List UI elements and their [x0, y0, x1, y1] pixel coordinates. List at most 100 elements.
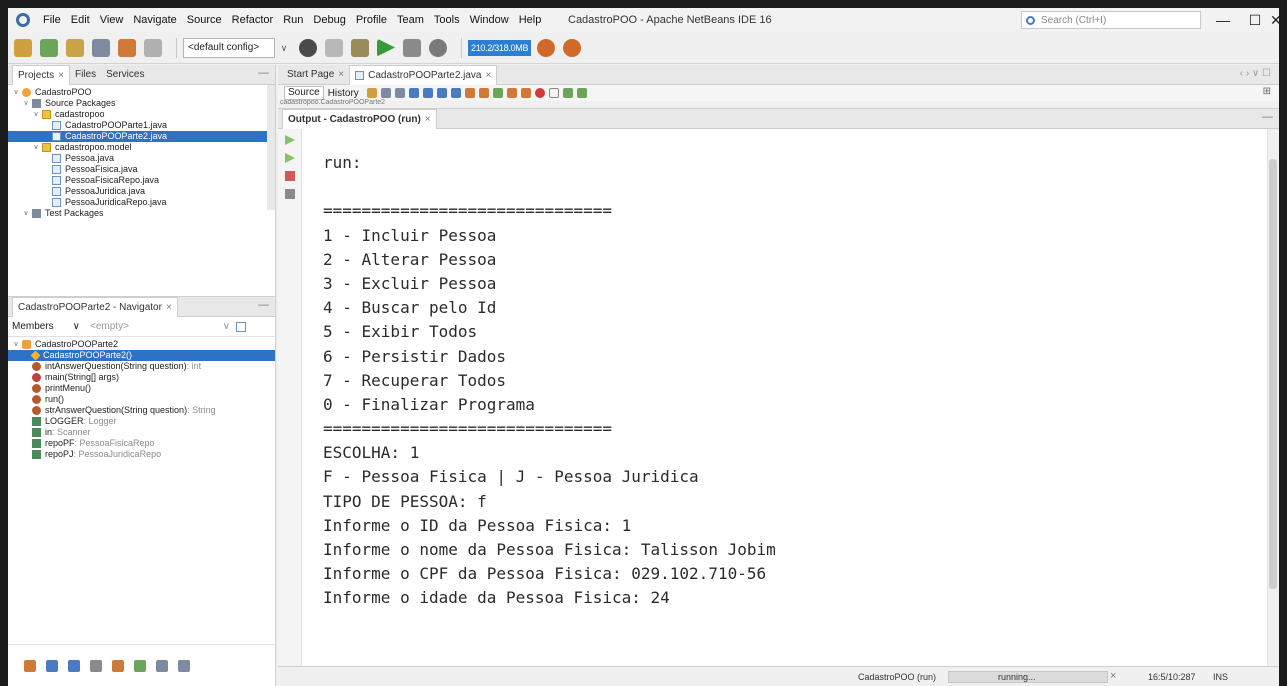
- menu-debug[interactable]: Debug: [308, 14, 350, 26]
- tab-navigator[interactable]: CadastroPOOParte2 - Navigator ×: [12, 296, 178, 317]
- tab-cadastropooparte2[interactable]: CadastroPOOParte2.java ×: [349, 64, 498, 85]
- minimize-panel-icon[interactable]: —: [1262, 111, 1273, 123]
- static-filter-icon[interactable]: [112, 659, 124, 672]
- new-project-icon[interactable]: [40, 38, 58, 57]
- members-select[interactable]: Members ∨: [12, 321, 84, 332]
- toggle-highlight-icon[interactable]: [450, 88, 461, 98]
- clean-build-icon[interactable]: [351, 38, 369, 57]
- close-icon[interactable]: ×: [338, 69, 344, 80]
- minimize-panel-icon[interactable]: —: [258, 67, 269, 79]
- memory-meter[interactable]: 210.2/318.0MB: [468, 39, 532, 56]
- sort-name-icon[interactable]: [156, 659, 168, 672]
- nonpublic-filter-icon[interactable]: [90, 659, 102, 672]
- menu-refactor[interactable]: Refactor: [227, 14, 279, 26]
- console-output[interactable]: run: ============================== 1 - In…: [323, 151, 1263, 686]
- navigator-item[interactable]: in : Scanner: [8, 427, 275, 438]
- navigator-item[interactable]: LOGGER : Logger: [8, 416, 275, 427]
- expand-toggle-icon[interactable]: ∨: [12, 87, 20, 98]
- maximize-button[interactable]: ☐: [1240, 10, 1270, 30]
- comment-icon[interactable]: [562, 88, 573, 98]
- navigator-item[interactable]: ∨ CadastroPOOParte2: [8, 339, 275, 350]
- search-input[interactable]: Search (Ctrl+I): [1021, 11, 1201, 29]
- sort-source-icon[interactable]: [178, 659, 190, 672]
- debug-icon[interactable]: [403, 38, 421, 57]
- forward-icon[interactable]: [394, 88, 405, 98]
- shift-right-icon[interactable]: [520, 88, 531, 98]
- inherited-filter-icon[interactable]: [68, 659, 80, 672]
- tree-item[interactable]: PessoaJuridicaRepo.java: [8, 197, 275, 208]
- redo-icon[interactable]: [144, 38, 162, 57]
- breadcrumb[interactable]: cadastropoo.CadastroPOOParte2: [280, 99, 385, 107]
- history-button[interactable]: History: [328, 88, 359, 99]
- filter-options-icon[interactable]: [236, 321, 246, 332]
- uncomment-icon[interactable]: [576, 88, 587, 98]
- sort-icon[interactable]: [24, 659, 36, 672]
- tab-start-page[interactable]: Start Page ×: [282, 69, 349, 80]
- tree-item[interactable]: Pessoa.java: [8, 153, 275, 164]
- back-icon[interactable]: [380, 88, 391, 98]
- rerun-with-params-icon[interactable]: [285, 153, 295, 163]
- navigator-item[interactable]: repoPJ : PessoaJuridicaRepo: [8, 449, 275, 460]
- menu-run[interactable]: Run: [278, 14, 308, 26]
- tab-projects[interactable]: Projects ×: [12, 65, 70, 85]
- tree-item[interactable]: CadastroPOOParte1.java: [8, 120, 275, 131]
- navigator-item[interactable]: CadastroPOOParte2(): [8, 350, 275, 361]
- cancel-task-icon[interactable]: ×: [1110, 670, 1116, 682]
- tab-navigation-icon[interactable]: ‹ › ∨ ☐: [1240, 68, 1271, 79]
- tree-item[interactable]: PessoaJuridica.java: [8, 186, 275, 197]
- menu-help[interactable]: Help: [514, 14, 547, 26]
- navigator-item[interactable]: repoPF : PessoaFisicaRepo: [8, 438, 275, 449]
- gc-all-icon[interactable]: [563, 38, 582, 57]
- open-project-icon[interactable]: [66, 38, 84, 57]
- menu-edit[interactable]: Edit: [66, 14, 95, 26]
- navigator-item[interactable]: main(String[] args): [8, 372, 275, 383]
- tab-services[interactable]: Services: [101, 69, 149, 80]
- output-scrollbar[interactable]: [1267, 129, 1279, 667]
- hammer-icon[interactable]: [299, 38, 317, 57]
- fields-filter-icon[interactable]: [46, 659, 58, 672]
- tab-files[interactable]: Files: [70, 69, 101, 80]
- navigator-filter-select[interactable]: <empty> ∨: [90, 321, 230, 332]
- close-icon[interactable]: ×: [166, 302, 172, 313]
- settings-icon[interactable]: [285, 189, 295, 199]
- undo-icon[interactable]: [118, 38, 136, 57]
- navigator-item[interactable]: strAnswerQuestion(String question) : Str…: [8, 405, 275, 416]
- menu-navigate[interactable]: Navigate: [128, 14, 181, 26]
- stop-macro-icon[interactable]: [548, 88, 559, 98]
- running-task-label[interactable]: CadastroPOO (run): [858, 672, 936, 682]
- find-icon[interactable]: [408, 88, 419, 98]
- expand-toggle-icon[interactable]: ∨: [12, 339, 20, 350]
- tree-item[interactable]: ∨ CadastroPOO: [8, 87, 275, 98]
- minimize-button[interactable]: —: [1208, 10, 1238, 30]
- run-icon[interactable]: [377, 38, 395, 57]
- start-macro-icon[interactable]: [534, 88, 545, 98]
- last-edit-icon[interactable]: [366, 88, 377, 98]
- find-next-icon[interactable]: [436, 88, 447, 98]
- close-icon[interactable]: ×: [58, 70, 64, 81]
- tree-item[interactable]: CadastroPOOParte2.java: [8, 131, 275, 142]
- save-all-icon[interactable]: [92, 38, 110, 57]
- navigator-item[interactable]: printMenu(): [8, 383, 275, 394]
- output-scrollbar-thumb[interactable]: [1269, 159, 1277, 589]
- expand-toggle-icon[interactable]: ∨: [22, 98, 30, 109]
- navigator-item[interactable]: run(): [8, 394, 275, 405]
- previous-bookmark-icon[interactable]: [464, 88, 475, 98]
- minimize-panel-icon[interactable]: —: [258, 299, 269, 311]
- rerun-icon[interactable]: [285, 135, 295, 145]
- close-icon[interactable]: ×: [425, 114, 431, 125]
- close-button[interactable]: ✕: [1270, 10, 1279, 30]
- tree-item[interactable]: PessoaFisicaRepo.java: [8, 175, 275, 186]
- menu-view[interactable]: View: [95, 14, 129, 26]
- expand-toggle-icon[interactable]: ∨: [22, 208, 30, 219]
- source-button[interactable]: Source: [284, 86, 324, 100]
- split-editor-icon[interactable]: ⊞: [1263, 86, 1271, 97]
- chevron-down-icon[interactable]: ∨: [277, 38, 291, 58]
- next-bookmark-icon[interactable]: [478, 88, 489, 98]
- tree-item[interactable]: PessoaFisica.java: [8, 164, 275, 175]
- menu-window[interactable]: Window: [465, 14, 514, 26]
- tree-item[interactable]: ∨ cadastropoo.model: [8, 142, 275, 153]
- menu-team[interactable]: Team: [392, 14, 429, 26]
- find-previous-icon[interactable]: [422, 88, 433, 98]
- tree-item[interactable]: ∨ cadastropoo: [8, 109, 275, 120]
- navigator-item[interactable]: intAnswerQuestion(String question) : int: [8, 361, 275, 372]
